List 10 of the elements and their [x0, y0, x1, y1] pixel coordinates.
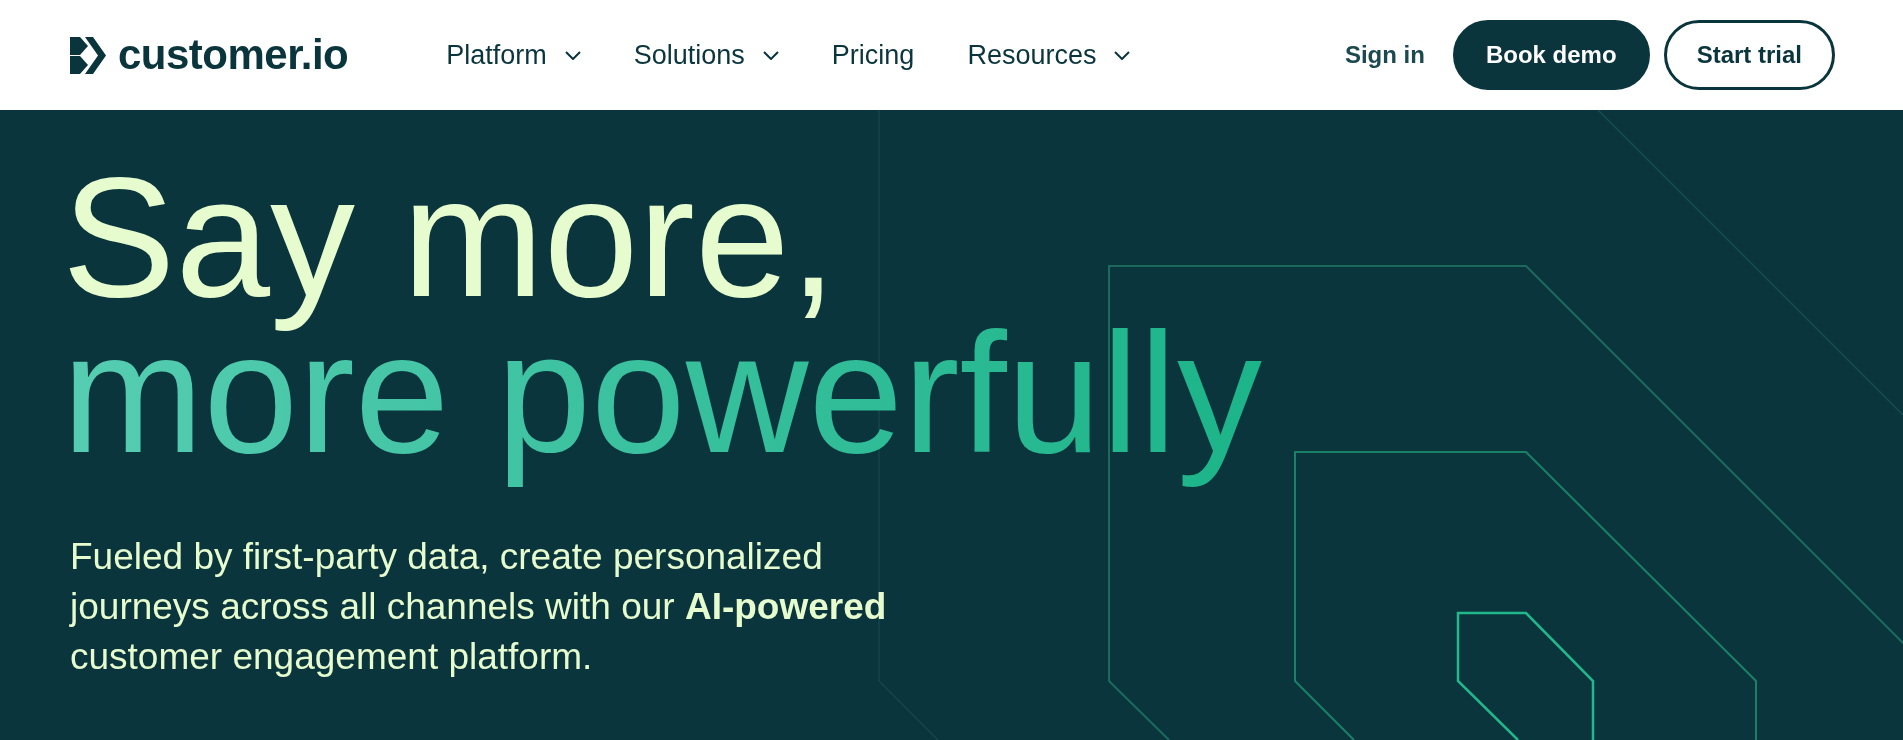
logo-link[interactable]: customer.io	[70, 31, 349, 79]
sign-in-link[interactable]: Sign in	[1344, 41, 1425, 69]
hero-subtitle: Fueled by first-party data, create personalized journeys across all channels with our AI-powered customer engagement platform.	[70, 535, 888, 679]
nav-link[interactable]: Solutions	[633, 39, 779, 71]
book-demo-button[interactable]: Book demo	[1452, 20, 1650, 90]
nav-link[interactable]: Platform	[446, 39, 581, 71]
logo-chevrons-icon	[70, 36, 106, 74]
nav-link[interactable]: Pricing	[831, 39, 915, 71]
nav-link[interactable]: Resources	[967, 39, 1131, 71]
start-trial-button[interactable]: Start trial	[1663, 20, 1835, 90]
